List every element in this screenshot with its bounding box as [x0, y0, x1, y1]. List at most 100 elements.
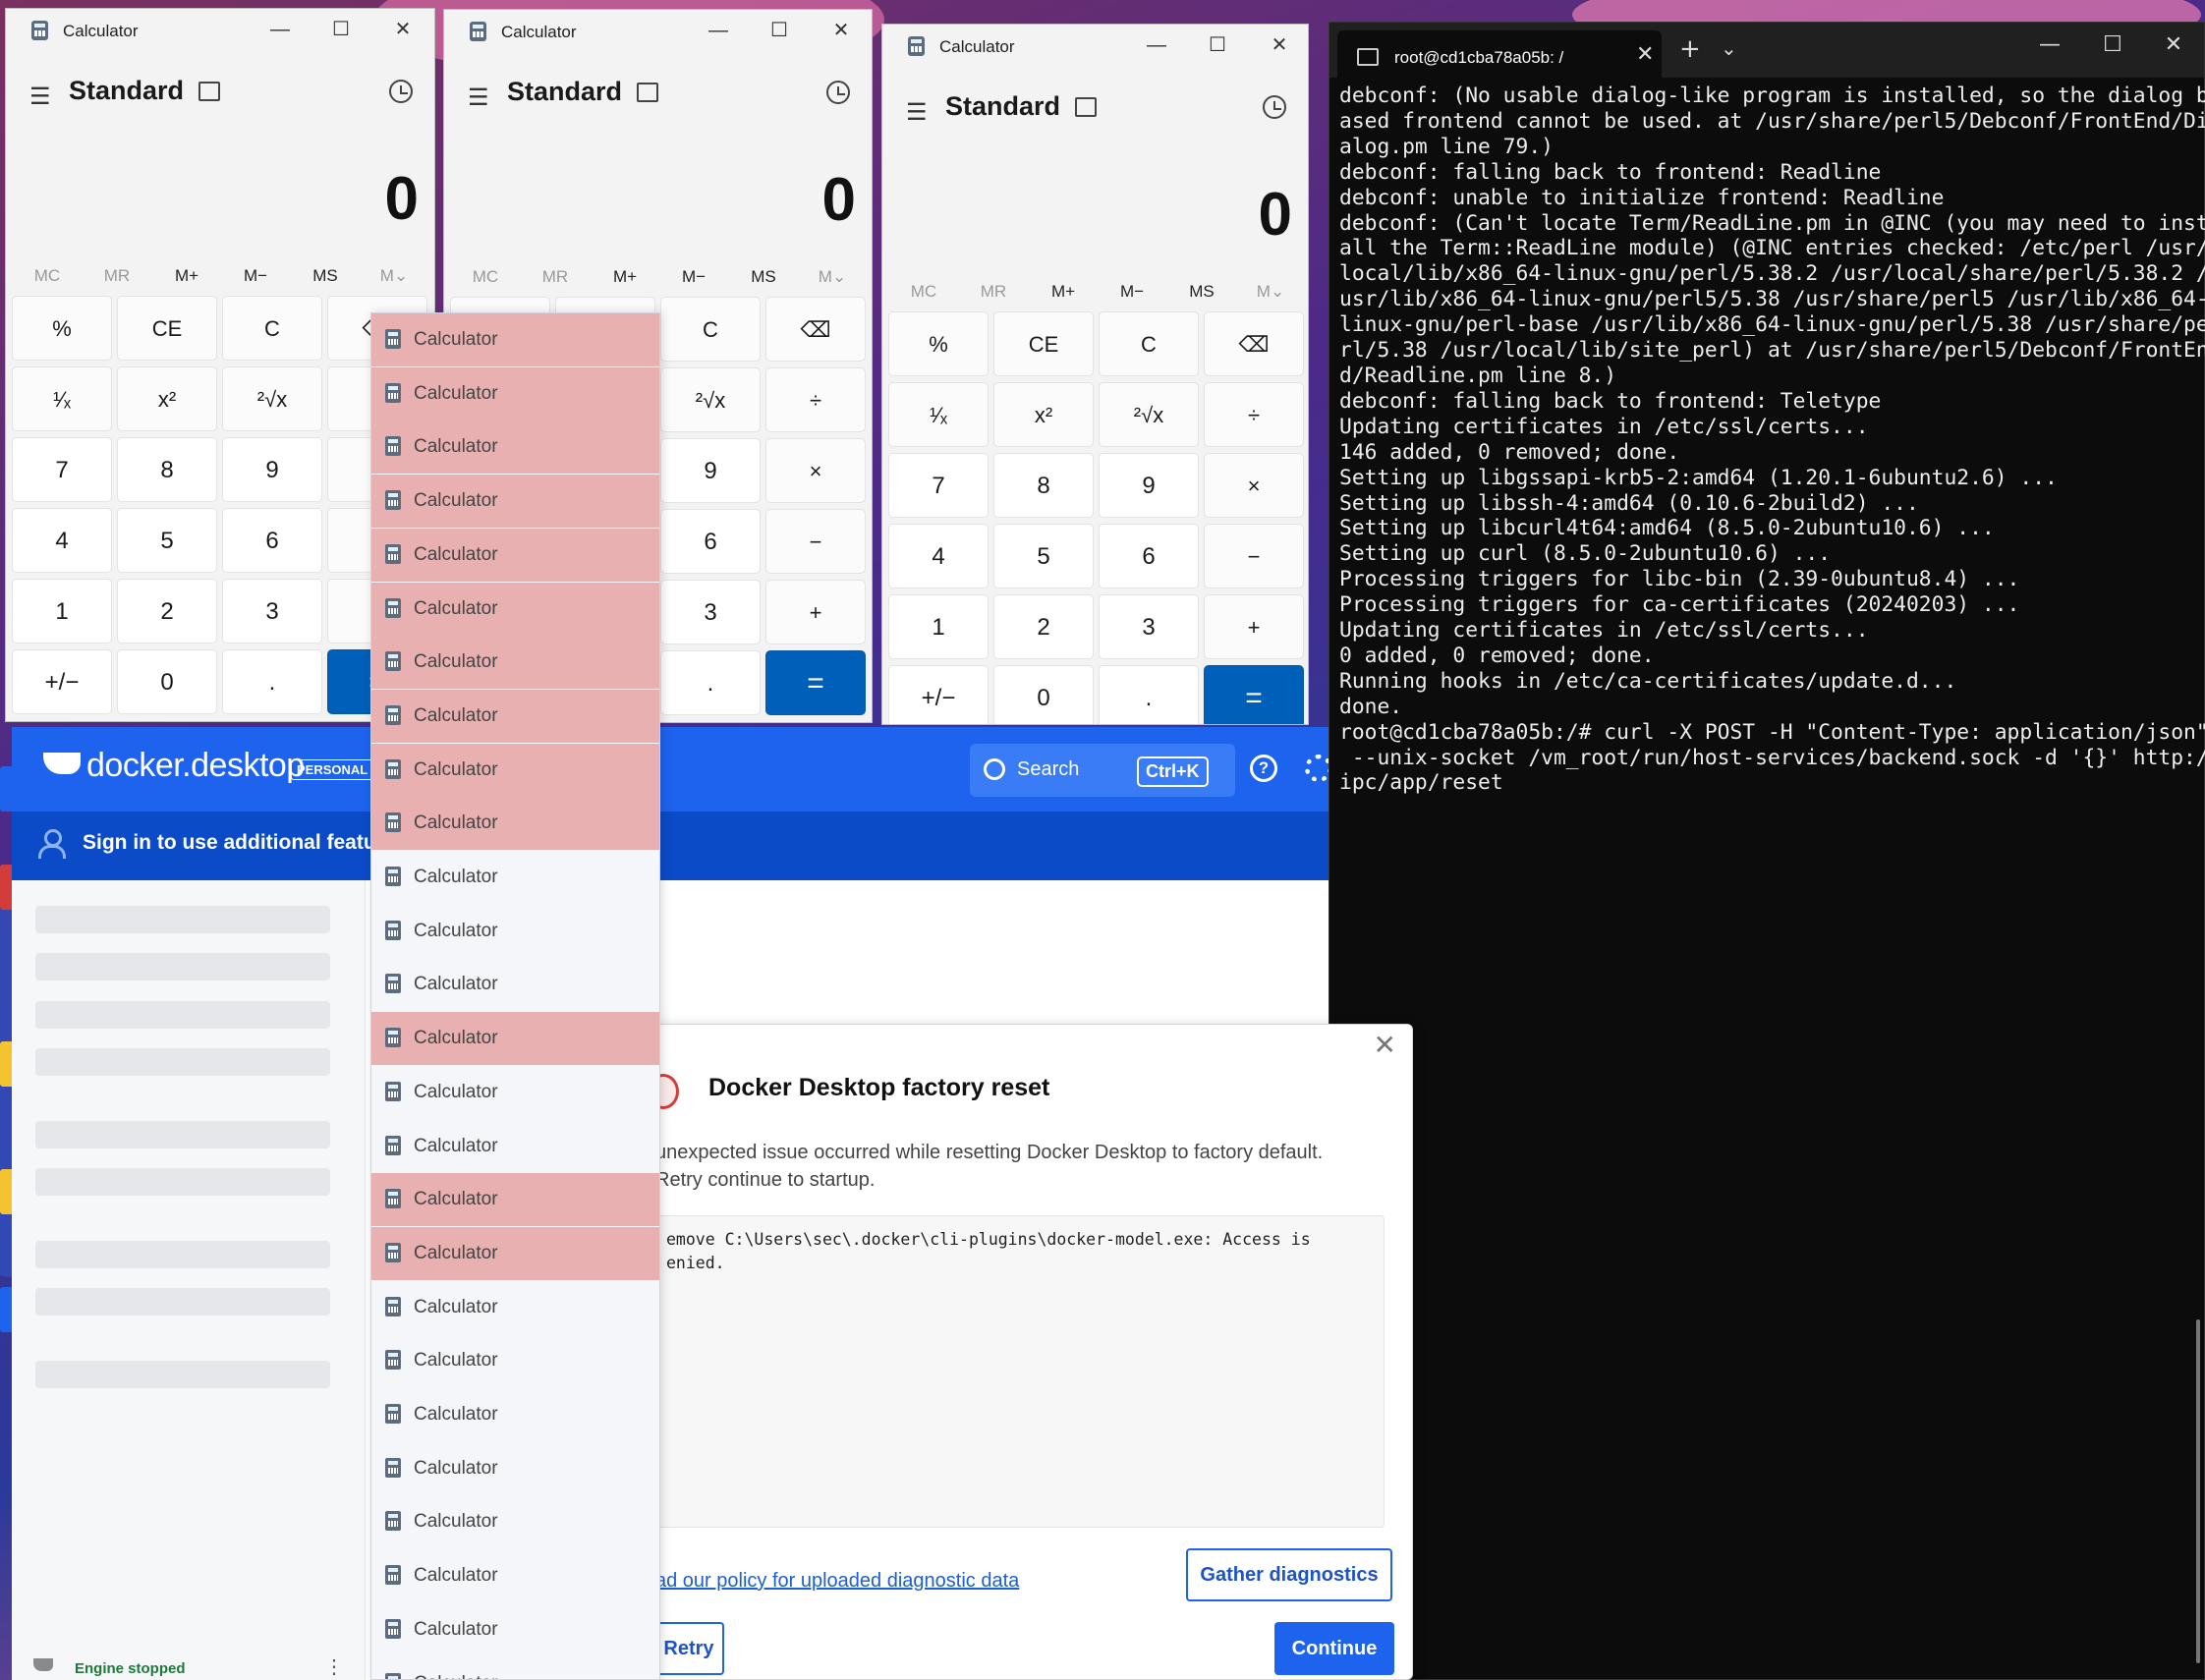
calc-key[interactable]: x² — [117, 366, 217, 431]
history-icon[interactable] — [826, 81, 850, 104]
memory-button[interactable]: M− — [1102, 282, 1161, 302]
calc-key[interactable]: 3 — [222, 579, 322, 644]
calc-key[interactable]: = — [1204, 665, 1304, 724]
calc-key[interactable]: CE — [117, 296, 217, 361]
calc-key[interactable]: − — [765, 509, 866, 574]
window-list-item[interactable]: Calculator — [371, 636, 659, 690]
policy-link[interactable]: ad our policy for uploaded diagnostic da… — [655, 1570, 1019, 1593]
close-button[interactable]: ✕ — [817, 14, 866, 47]
calc-key[interactable]: ¹⁄ₓ — [888, 382, 989, 447]
calc-key[interactable]: 8 — [117, 437, 217, 502]
minimize-button[interactable]: — — [694, 14, 743, 47]
memory-button[interactable]: M− — [664, 267, 723, 287]
memory-button[interactable]: M− — [226, 266, 285, 286]
calc-key[interactable]: 2 — [117, 579, 217, 644]
calc-key[interactable]: + — [1204, 594, 1304, 659]
hamburger-menu-icon[interactable]: ☰ — [29, 83, 51, 111]
more-options-icon[interactable]: ⋮ — [324, 1654, 344, 1679]
window-list-item[interactable]: Calculator — [371, 851, 659, 904]
memory-button[interactable]: MC — [18, 266, 77, 286]
window-list-item[interactable]: Calculator — [371, 689, 659, 743]
memory-button[interactable]: MR — [87, 266, 146, 286]
calc-key[interactable]: x² — [993, 382, 1094, 447]
terminal-tab[interactable]: root@cd1cba78a05b: / ✕ — [1337, 30, 1662, 78]
terminal-scrollbar[interactable] — [2196, 1319, 2200, 1663]
calc-key[interactable]: 9 — [660, 438, 761, 503]
window-list-item[interactable]: Calculator — [371, 958, 659, 1011]
calc-key[interactable]: ⌫ — [765, 297, 866, 362]
dialog-close-icon[interactable]: ✕ — [1374, 1029, 1396, 1061]
hamburger-menu-icon[interactable]: ☰ — [468, 84, 489, 112]
window-list-item[interactable]: Calculator — [371, 797, 659, 851]
memory-button[interactable]: M⌄ — [365, 266, 424, 286]
calc-key[interactable]: C — [222, 296, 322, 361]
calc-key[interactable]: 0 — [993, 665, 1094, 724]
calc-key[interactable]: 5 — [993, 524, 1094, 588]
calc-key[interactable]: − — [1204, 524, 1304, 588]
calc-key[interactable]: . — [222, 649, 322, 714]
minimize-button[interactable]: — — [255, 13, 305, 46]
calc-key[interactable]: 9 — [222, 437, 322, 502]
memory-button[interactable]: MS — [734, 267, 793, 287]
calc-key[interactable]: C — [1099, 311, 1199, 376]
title-bar[interactable]: Calculator — ☐ ✕ — [444, 10, 872, 53]
window-list-item[interactable]: Calculator — [371, 420, 659, 475]
close-button[interactable]: ✕ — [378, 13, 427, 46]
tab-dropdown-button[interactable]: ⌄ — [1721, 36, 1737, 60]
calc-key[interactable]: = — [765, 650, 866, 715]
window-list-item[interactable]: Calculator — [371, 475, 659, 529]
keep-on-top-icon[interactable] — [1075, 97, 1097, 117]
calc-key[interactable]: . — [660, 650, 761, 715]
memory-button[interactable]: MS — [296, 266, 355, 286]
calc-key[interactable]: 1 — [888, 594, 989, 659]
history-icon[interactable] — [389, 80, 413, 103]
close-button[interactable]: ✕ — [1255, 28, 1304, 62]
calc-key[interactable]: 0 — [117, 649, 217, 714]
window-list-item[interactable]: Calculator — [371, 582, 659, 636]
memory-button[interactable]: M+ — [595, 267, 654, 287]
calc-key[interactable]: 6 — [660, 509, 761, 574]
calc-key[interactable]: % — [888, 311, 989, 376]
minimize-button[interactable]: — — [1132, 28, 1181, 62]
calc-key[interactable]: +/− — [12, 649, 112, 714]
calc-key[interactable]: 8 — [993, 453, 1094, 518]
calc-key[interactable]: ¹⁄ₓ — [12, 366, 112, 431]
calc-key[interactable]: 3 — [660, 580, 761, 644]
window-list-item[interactable]: Calculator — [371, 1442, 659, 1495]
window-list-item[interactable]: Calculator — [371, 1334, 659, 1387]
gear-icon[interactable] — [1305, 755, 1329, 782]
window-list-item[interactable]: Calculator — [371, 366, 659, 420]
calc-key[interactable]: 7 — [888, 453, 989, 518]
maximize-button[interactable]: ☐ — [1193, 28, 1242, 62]
window-list-item[interactable]: Calculator — [371, 1657, 659, 1679]
memory-button[interactable]: MS — [1172, 282, 1231, 302]
memory-button[interactable]: MR — [964, 282, 1023, 302]
window-list-item[interactable]: Calculator — [371, 1495, 659, 1548]
signin-text[interactable]: Sign in to use additional features — [83, 831, 407, 855]
terminal-close-button[interactable]: ✕ — [2149, 32, 2198, 57]
calc-key[interactable]: + — [765, 580, 866, 644]
window-list-item[interactable]: Calculator — [371, 1603, 659, 1656]
calc-key[interactable]: ²√x — [222, 366, 322, 431]
window-list-item[interactable]: Calculator — [371, 1226, 659, 1280]
gather-diagnostics-button[interactable]: Gather diagnostics — [1186, 1548, 1392, 1601]
calc-key[interactable]: ²√x — [1099, 382, 1199, 447]
retry-button[interactable]: Retry — [655, 1622, 724, 1675]
window-list-item[interactable]: Calculator — [371, 905, 659, 958]
history-icon[interactable] — [1263, 95, 1286, 119]
calc-key[interactable]: 4 — [888, 524, 989, 588]
calc-key[interactable]: 7 — [12, 437, 112, 502]
terminal-tab-bar[interactable]: root@cd1cba78a05b: / ✕ + ⌄ — ☐ ✕ — [1329, 23, 2204, 78]
memory-button[interactable]: MC — [894, 282, 953, 302]
window-list-item[interactable]: Calculator — [371, 1173, 659, 1227]
calc-key[interactable]: 5 — [117, 508, 217, 573]
memory-button[interactable]: M⌄ — [803, 267, 862, 287]
calc-key[interactable]: 2 — [993, 594, 1094, 659]
window-list-item[interactable]: Calculator — [371, 1120, 659, 1173]
terminal-minimize-button[interactable]: — — [2025, 32, 2074, 57]
keep-on-top-icon[interactable] — [198, 82, 220, 101]
calc-key[interactable]: 9 — [1099, 453, 1199, 518]
memory-button[interactable]: MC — [456, 267, 515, 287]
calc-key[interactable]: ²√x — [660, 367, 761, 432]
maximize-button[interactable]: ☐ — [755, 14, 804, 47]
